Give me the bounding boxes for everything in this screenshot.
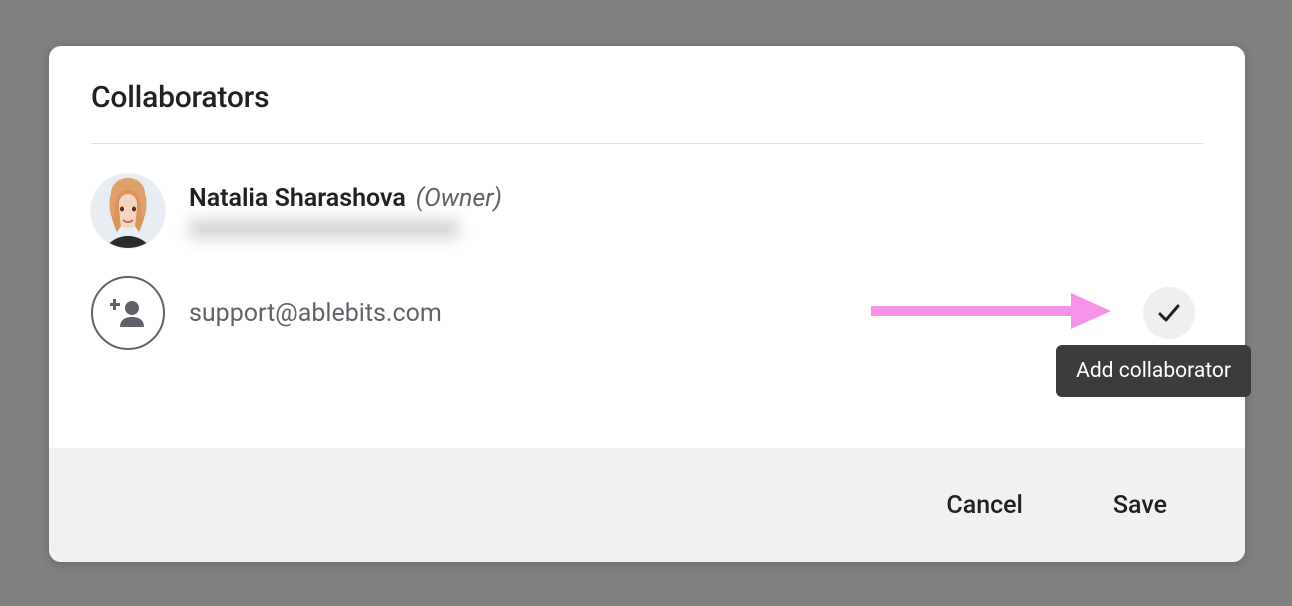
avatar (91, 174, 165, 248)
collaborator-row-owner: Natalia Sharashova (Owner) (91, 174, 1203, 248)
add-collaborator-tooltip: Add collaborator (1056, 345, 1251, 397)
collaborator-email-blurred (189, 219, 459, 239)
checkmark-icon (1156, 300, 1182, 326)
collaborator-name: Natalia Sharashova (189, 184, 406, 213)
dialog-title: Collaborators (91, 80, 1203, 143)
save-button[interactable]: Save (1113, 491, 1167, 520)
collaborators-dialog: Collaborators Natalia Sharashova (49, 46, 1245, 562)
avatar-photo (91, 174, 165, 248)
dialog-actions: Cancel Save (49, 448, 1245, 562)
collaborator-info: Natalia Sharashova (Owner) (189, 184, 1203, 239)
annotation-arrow (871, 291, 1111, 335)
cancel-button[interactable]: Cancel (946, 491, 1023, 520)
collaborator-name-line: Natalia Sharashova (Owner) (189, 184, 1203, 213)
add-collaborator-row: support@ablebits.com (91, 276, 1203, 350)
confirm-add-button[interactable] (1143, 287, 1195, 339)
divider (91, 143, 1203, 144)
collaborator-role: (Owner) (416, 184, 502, 213)
add-person-icon (91, 276, 165, 350)
